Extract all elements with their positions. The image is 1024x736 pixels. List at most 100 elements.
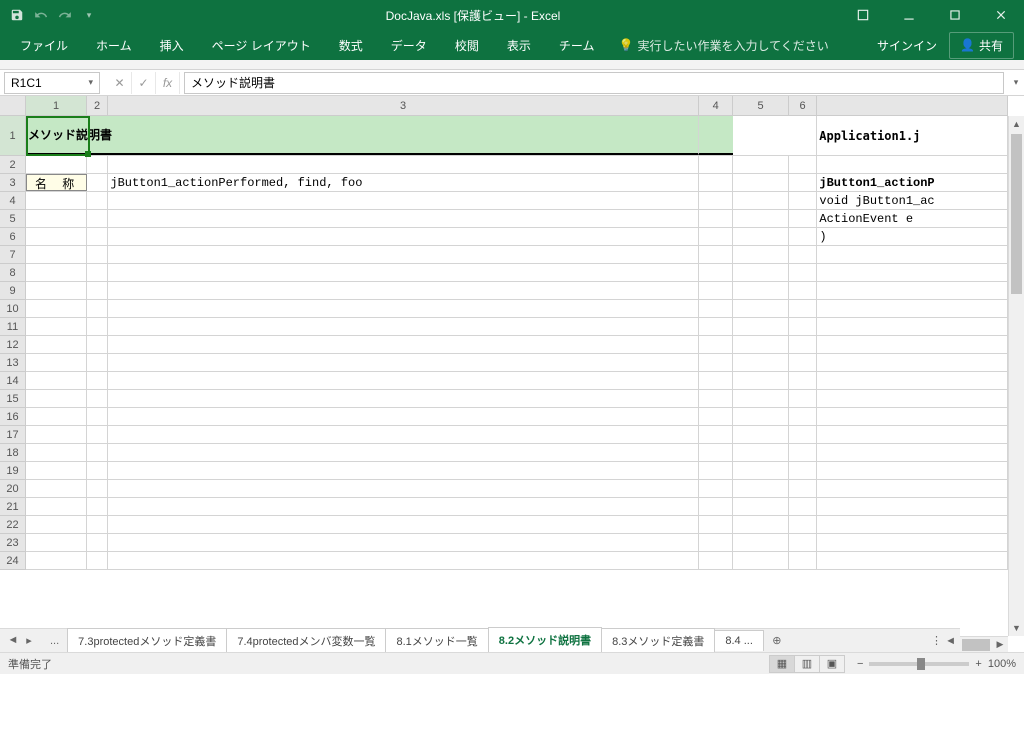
cell[interactable] (733, 246, 788, 263)
row-header[interactable]: 7 (0, 246, 26, 264)
cell[interactable] (108, 354, 698, 371)
cell[interactable] (108, 516, 698, 533)
cell[interactable]: Application1.j (817, 116, 1008, 155)
col-header[interactable] (817, 96, 1008, 115)
cell[interactable] (108, 210, 698, 227)
cell[interactable] (789, 246, 818, 263)
signin-link[interactable]: サインイン (865, 37, 949, 54)
cell[interactable] (817, 336, 1008, 353)
cell[interactable] (733, 354, 788, 371)
share-button[interactable]: 👤 共有 (949, 32, 1014, 59)
cell[interactable] (26, 228, 87, 245)
cell[interactable] (26, 408, 87, 425)
cell[interactable] (699, 480, 734, 497)
scroll-thumb[interactable] (962, 639, 990, 651)
cell[interactable] (817, 354, 1008, 371)
sheet-tab[interactable]: 8.4 ... (714, 630, 764, 651)
cell[interactable] (817, 318, 1008, 335)
name-box[interactable]: R1C1 ▾ (4, 72, 100, 94)
cell[interactable] (733, 300, 788, 317)
cell[interactable] (733, 264, 788, 281)
scroll-up-icon[interactable]: ▲ (1009, 116, 1024, 132)
cell[interactable] (817, 444, 1008, 461)
tab-review[interactable]: 校閲 (441, 31, 493, 60)
row-header[interactable]: 24 (0, 552, 26, 570)
cell[interactable] (26, 516, 87, 533)
cell[interactable] (699, 156, 734, 173)
tabs-hscroll-icon[interactable]: ⋮ ◄ (927, 634, 960, 647)
cell[interactable] (87, 516, 108, 533)
cell[interactable] (789, 408, 818, 425)
cell[interactable] (817, 300, 1008, 317)
col-header[interactable]: 2 (87, 96, 108, 115)
cell[interactable] (108, 390, 698, 407)
fx-icon[interactable]: fx (156, 72, 180, 94)
vertical-scrollbar[interactable]: ▲ ▼ (1008, 116, 1024, 636)
cell[interactable] (817, 426, 1008, 443)
cancel-icon[interactable]: ✕ (108, 72, 132, 94)
row-header[interactable]: 2 (0, 156, 26, 174)
cell[interactable]: jButton1_actionP (817, 174, 1008, 191)
tab-team[interactable]: チーム (545, 31, 609, 60)
row-headers[interactable]: 1 2 3 4 5 6 7 8 9 10 11 12 13 14 15 16 1… (0, 116, 26, 570)
cell[interactable] (26, 300, 87, 317)
row-header[interactable]: 8 (0, 264, 26, 282)
cell[interactable] (789, 354, 818, 371)
cell[interactable] (87, 426, 108, 443)
cell[interactable]: void jButton1_ac (817, 192, 1008, 209)
cell[interactable] (87, 246, 108, 263)
cell[interactable] (108, 156, 698, 173)
redo-icon[interactable] (56, 6, 74, 24)
tell-me[interactable]: 💡 実行したい作業を入力してください (608, 37, 838, 54)
cell[interactable] (26, 534, 87, 551)
cell[interactable] (87, 282, 108, 299)
cell[interactable] (699, 426, 734, 443)
cell[interactable] (108, 246, 698, 263)
cell[interactable] (699, 192, 734, 209)
qat-dropdown-icon[interactable]: ▾ (80, 6, 98, 24)
cell[interactable] (87, 192, 108, 209)
maximize-icon[interactable] (932, 0, 978, 30)
cell[interactable] (699, 228, 734, 245)
cell[interactable] (817, 534, 1008, 551)
row-header[interactable]: 4 (0, 192, 26, 210)
cell[interactable] (789, 318, 818, 335)
cell[interactable] (87, 534, 108, 551)
cell[interactable] (87, 372, 108, 389)
row-header[interactable]: 18 (0, 444, 26, 462)
row-header[interactable]: 13 (0, 354, 26, 372)
cell[interactable] (699, 300, 734, 317)
sheet-prev-icon[interactable]: ▸ (22, 634, 36, 647)
cell[interactable] (87, 390, 108, 407)
scroll-thumb[interactable] (1011, 134, 1022, 294)
cell[interactable] (817, 156, 1008, 173)
cell[interactable] (699, 408, 734, 425)
close-icon[interactable] (978, 0, 1024, 30)
cell[interactable] (817, 516, 1008, 533)
cell[interactable] (26, 480, 87, 497)
cell[interactable] (108, 462, 698, 479)
cell[interactable] (108, 480, 698, 497)
row-header[interactable]: 16 (0, 408, 26, 426)
sheet-first-icon[interactable]: ◄ (6, 634, 20, 647)
cell[interactable] (87, 336, 108, 353)
cell[interactable] (789, 282, 818, 299)
cell[interactable] (733, 444, 788, 461)
tab-data[interactable]: データ (377, 31, 441, 60)
row-header[interactable]: 23 (0, 534, 26, 552)
cell[interactable] (108, 192, 698, 209)
cell[interactable]: jButton1_actionPerformed, find, foo (108, 174, 698, 191)
minimize-icon[interactable] (886, 0, 932, 30)
cell[interactable] (699, 116, 733, 155)
cell[interactable] (699, 354, 734, 371)
horizontal-scrollbar[interactable]: ▶ (960, 636, 1008, 652)
tab-home[interactable]: ホーム (82, 31, 146, 60)
tab-formulas[interactable]: 数式 (325, 31, 377, 60)
cell[interactable] (87, 264, 108, 281)
cell[interactable] (26, 354, 87, 371)
cell[interactable] (789, 210, 818, 227)
cell[interactable] (789, 174, 818, 191)
cell[interactable] (87, 156, 108, 173)
row-header[interactable]: 15 (0, 390, 26, 408)
zoom-slider-thumb[interactable] (917, 658, 925, 670)
